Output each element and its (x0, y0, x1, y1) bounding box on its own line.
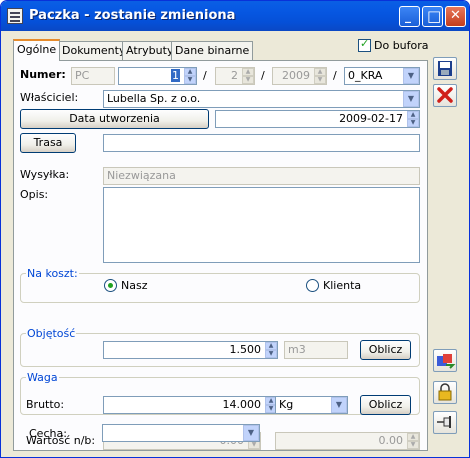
brutto-label: Brutto: (26, 398, 65, 411)
lock-button[interactable] (433, 381, 457, 404)
numer-separator: / (203, 69, 207, 82)
numer-part2-field: 2 ▲ ▼ (215, 67, 255, 85)
close-button[interactable]: ✕ (445, 6, 466, 27)
tab-dane-binarne[interactable]: Dane binarne (171, 41, 254, 60)
chevron-down-icon[interactable]: ▼ (403, 91, 419, 107)
do-bufora-label: Do bufora (374, 39, 429, 52)
na-koszt-label: Na koszt: (26, 267, 79, 280)
wysylka-field: Niezwiązana (103, 167, 420, 185)
data-utworzenia-field[interactable]: 2009-02-17 ▲ ▼ (215, 110, 420, 128)
objetosc-label: Objętość (26, 327, 77, 340)
na-koszt-klienta-radio[interactable] (306, 279, 319, 292)
cancel-icon (437, 87, 453, 103)
pin-button[interactable] (433, 411, 457, 434)
window: Paczka - zostanie zmieniona _ □ ✕ Ogólne… (0, 0, 470, 458)
minimize-button[interactable]: _ (399, 6, 420, 27)
pin-icon (437, 416, 451, 428)
tab-dokumenty[interactable]: Dokumenty (58, 41, 130, 60)
wysylka-label: Wysyłka: (20, 168, 70, 181)
waga-oblicz-button[interactable]: Oblicz (360, 395, 411, 415)
numer-number-field[interactable]: 1 ▲ ▼ (118, 67, 197, 85)
save-button[interactable] (433, 57, 457, 80)
dialog-body: Ogólne Dokumenty Atrybuty Dane binarne ✓… (5, 31, 467, 455)
numer-label: Numer: (20, 68, 66, 81)
numer-separator: / (333, 69, 337, 82)
refresh-icon (437, 354, 456, 369)
numer-separator: / (261, 69, 265, 82)
tab-atrybuty[interactable]: Atrybuty (122, 41, 178, 60)
objetosc-unit-field: m3 (284, 341, 348, 359)
maximize-button[interactable]: □ (422, 6, 443, 27)
title-bar[interactable]: Paczka - zostanie zmieniona _ □ ✕ (1, 1, 469, 31)
na-koszt-nasz-label: Nasz (121, 279, 148, 292)
waga-label: Waga (26, 371, 59, 384)
waga-unit-select[interactable]: Kg ▼ (275, 396, 348, 414)
numer-prefix-field: PC (71, 67, 115, 85)
trasa-button[interactable]: Trasa (20, 133, 76, 153)
na-koszt-klienta-label: Klienta (323, 279, 362, 292)
chevron-down-icon[interactable]: ▼ (243, 425, 259, 441)
chevron-down-icon[interactable]: ▼ (331, 397, 347, 413)
na-koszt-nasz-radio[interactable] (104, 279, 117, 292)
tab-page-ogolne: Numer: PC 1 ▲ ▼ / 2 ▲ ▼ / 2009 ▲ ▼ / 0_KRA … (13, 60, 428, 451)
opis-textarea[interactable] (103, 187, 420, 263)
refresh-button[interactable] (433, 349, 457, 372)
data-utworzenia-button[interactable]: Data utworzenia (20, 109, 209, 129)
wlasciciel-label: Właściciel: (20, 91, 79, 104)
wartosc-field-2: 0.00 ▲ ▼ (275, 432, 420, 450)
window-title: Paczka - zostanie zmieniona (29, 8, 236, 23)
numer-year-field: 2009 ▲ ▼ (272, 67, 327, 85)
objetosc-field[interactable]: 1.500 ▲ ▼ (103, 341, 278, 359)
opis-label: Opis: (20, 188, 49, 201)
objetosc-oblicz-button[interactable]: Oblicz (360, 340, 411, 360)
lock-icon (438, 383, 452, 401)
brutto-field[interactable]: 14.000 ▲ ▼ (103, 396, 278, 414)
window-icon (7, 8, 23, 24)
do-bufora-checkbox[interactable]: ✓ (358, 37, 371, 52)
save-icon (438, 61, 452, 76)
cecha-select[interactable]: ▼ (102, 424, 260, 442)
numer-series-select[interactable]: 0_KRA ▼ (344, 67, 420, 85)
trasa-field[interactable] (103, 134, 420, 152)
wlasciciel-select[interactable]: Lubella Sp. z o.o. ▼ (103, 90, 420, 108)
cancel-button[interactable] (433, 84, 457, 107)
tab-ogolne[interactable]: Ogólne (13, 39, 61, 61)
cecha-label: Cecha: (29, 427, 67, 440)
chevron-down-icon[interactable]: ▼ (403, 68, 419, 84)
